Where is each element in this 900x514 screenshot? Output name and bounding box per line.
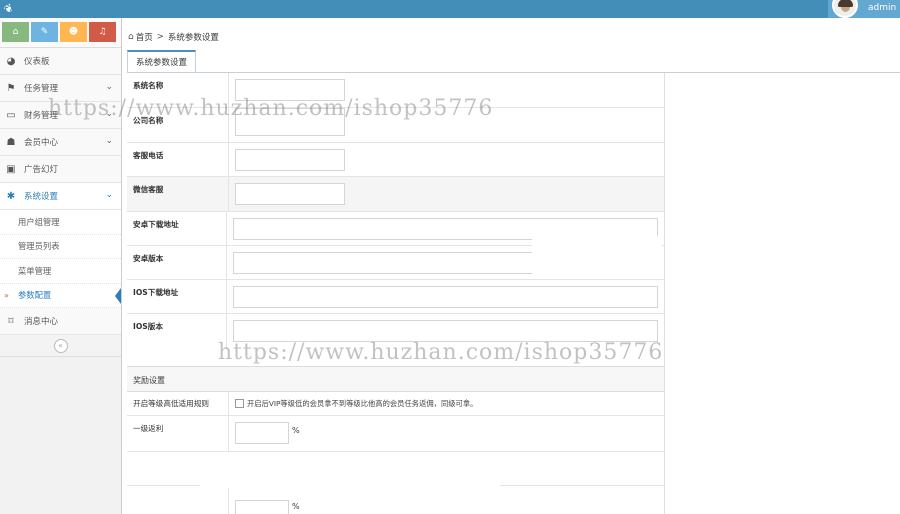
form-row-wechat-service: 微信客服	[127, 177, 664, 212]
sidebar-subitem-label: 参数配置	[18, 290, 52, 301]
sidebar-subitem-admin-list[interactable]: 管理员列表	[0, 234, 121, 259]
field-label: 微信客服	[127, 177, 229, 211]
sidebar-subitem-user-groups[interactable]: 用户组管理	[0, 210, 121, 235]
sidebar: ⌂ ✎ ☻ ♫ ◕ 仪表板 ⚑ 任务管理 ⌄ ▭ 财务管理 ⌄ ☗ 会员中心 ⌄…	[0, 18, 122, 514]
watermark-text: https://www.huzhan.com/ishop35776	[218, 340, 664, 365]
bell-icon: ♫	[98, 27, 107, 37]
picture-icon: ▣	[6, 163, 16, 175]
field-label: 一级返利	[127, 416, 229, 451]
breadcrumb-home-link[interactable]: 首页	[136, 31, 153, 43]
form-row-rebate-level2: %	[127, 486, 664, 514]
sidebar-item-label: 仪表板	[24, 57, 50, 67]
sidebar-shortcuts: ⌂ ✎ ☻ ♫	[0, 18, 121, 48]
collapse-icon: «	[53, 338, 68, 353]
level-rule-checkbox[interactable]	[235, 399, 244, 408]
sidebar-subitem-label: 用户组管理	[18, 216, 60, 227]
bookmark-icon: ⌑	[8, 315, 14, 327]
settings-form: 系统名称 公司名称 客服电话 微信客服 安卓下载地址 安卓版本 IOS下载地址 …	[127, 73, 664, 514]
alerts-shortcut-button[interactable]: ♫	[89, 22, 116, 42]
sidebar-subitem-parameters[interactable]: » 参数配置	[0, 283, 121, 308]
rebate-level1-input[interactable]	[235, 422, 289, 444]
sidebar-collapse-toggle[interactable]: «	[0, 335, 121, 357]
field-label: IOS版本	[127, 314, 227, 348]
chevron-down-icon: ⌄	[105, 190, 113, 200]
percent-sign: %	[292, 426, 300, 435]
chevron-down-icon: ⌄	[105, 82, 113, 92]
breadcrumb-separator: >	[156, 31, 164, 42]
service-phone-input[interactable]	[235, 149, 345, 171]
form-row-rebate-level1: 一级返利 %	[127, 416, 664, 452]
home-shortcut-button[interactable]: ⌂	[2, 22, 29, 42]
inbox-icon: ▭	[6, 109, 16, 121]
sidebar-item-label: 系统设置	[24, 192, 59, 202]
rebate-level2-input[interactable]	[235, 500, 289, 514]
form-row-service-phone: 客服电话	[127, 143, 664, 177]
sidebar-item-label: 任务管理	[24, 84, 59, 94]
sidebar-item-label: 会员中心	[24, 138, 59, 148]
sidebar-item-messages[interactable]: ⌑ 消息中心	[0, 308, 121, 335]
field-label: 客服电话	[127, 143, 229, 176]
leaf-logo-icon: ❦	[1, 0, 16, 17]
pencil-icon: ✎	[40, 27, 49, 37]
sidebar-item-label: 广告幻灯	[24, 165, 59, 175]
breadcrumb-current: 系统参数设置	[167, 32, 219, 43]
tab-system-params[interactable]: 系统参数设置	[127, 50, 197, 73]
field-label: 开启等级高低适用规则	[127, 392, 229, 415]
sidebar-subitem-label: 管理员列表	[18, 241, 60, 252]
form-row-level-rule: 开启等级高低适用规则 开启后VIP等级低的会员拿不到等级比他高的会员任务返佣，同…	[127, 392, 664, 416]
username: admin	[868, 3, 897, 13]
section-title-rewards: 奖励设置	[127, 366, 664, 392]
watermark-text: https://www.huzhan.com/ishop35776	[48, 96, 494, 121]
home-icon: ⌂	[128, 31, 134, 42]
field-label: 安卓下载地址	[127, 212, 227, 245]
ios-url-input[interactable]	[233, 286, 658, 308]
percent-sign: %	[292, 502, 300, 511]
group-icon: ☻	[68, 27, 79, 37]
ios-version-input[interactable]	[233, 320, 658, 342]
sidebar-item-members[interactable]: ☗ 会员中心 ⌄	[0, 129, 121, 156]
dashboard-icon: ◕	[6, 55, 16, 67]
form-row-ios-url: IOS下载地址	[127, 280, 664, 314]
home-icon: ⌂	[12, 27, 19, 37]
breadcrumb: ⌂ 首页 > 系统参数设置	[122, 18, 900, 55]
smudge	[200, 452, 500, 488]
field-label: 安卓版本	[127, 246, 227, 279]
user-menu[interactable]: admin	[828, 0, 900, 18]
field-label-empty	[127, 486, 229, 514]
gear-icon: ✱	[6, 190, 16, 202]
sidebar-item-ads[interactable]: ▣ 广告幻灯	[0, 156, 121, 183]
smudge	[532, 236, 662, 276]
user-icon: ☗	[6, 136, 16, 148]
tab-bar: 系统参数设置	[127, 50, 197, 73]
sidebar-subitem-menu-management[interactable]: 菜单管理	[0, 259, 121, 284]
users-shortcut-button[interactable]: ☻	[60, 22, 87, 42]
sidebar-item-dashboard[interactable]: ◕ 仪表板	[0, 48, 121, 75]
top-navbar: ❦ admin	[0, 0, 900, 18]
sidebar-item-label: 消息中心	[24, 317, 59, 327]
sidebar-item-system-settings[interactable]: ✱ 系统设置 ⌄	[0, 183, 121, 210]
active-indicator-arrow	[115, 287, 121, 304]
panel-divider	[664, 73, 665, 514]
level-rule-description: 开启后VIP等级低的会员拿不到等级比他高的会员任务返佣，同级可拿。	[247, 398, 478, 408]
sidebar-subitem-label: 菜单管理	[18, 265, 52, 276]
edit-shortcut-button[interactable]: ✎	[31, 22, 58, 42]
avatar	[832, 0, 858, 18]
double-chevron-right-icon: »	[4, 290, 9, 300]
field-label: IOS下载地址	[127, 280, 227, 313]
flag-icon: ⚑	[6, 82, 16, 94]
wechat-service-input[interactable]	[235, 183, 345, 205]
chevron-down-icon: ⌄	[105, 136, 113, 146]
